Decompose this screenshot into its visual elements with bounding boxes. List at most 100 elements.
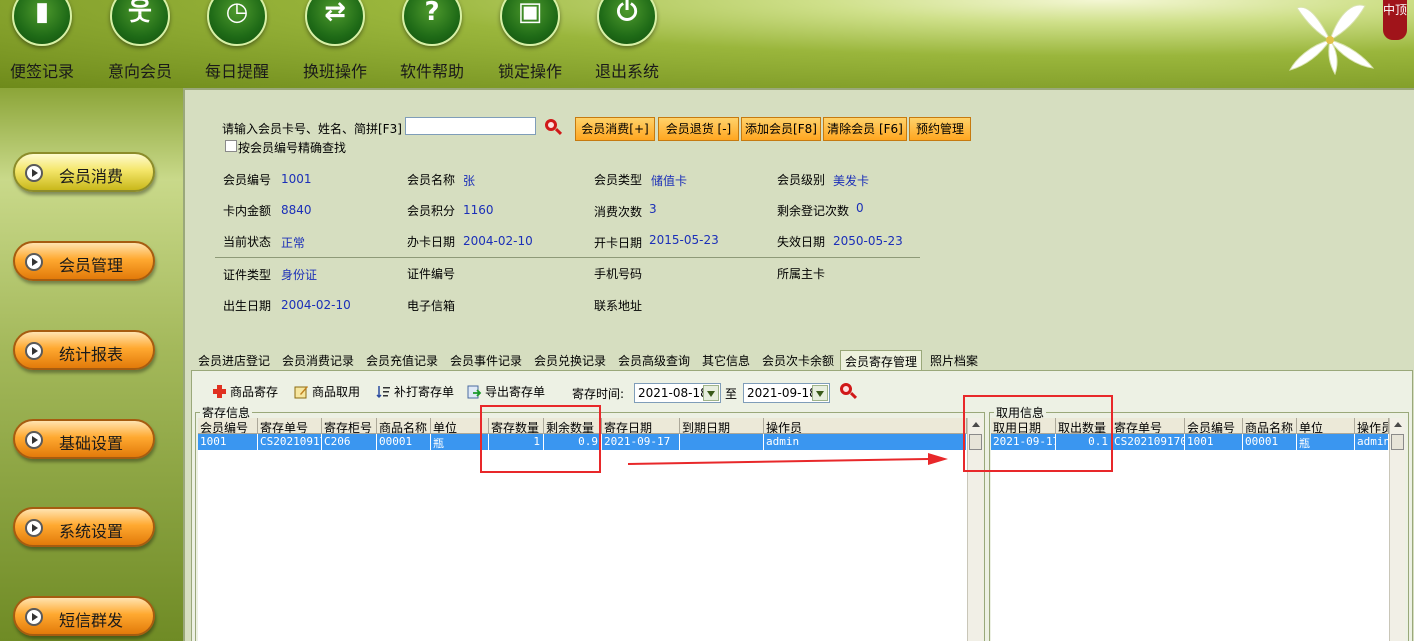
col-receipt-no[interactable]: 寄存单号 [258, 418, 322, 434]
play-icon [25, 519, 43, 537]
clear-member-button[interactable]: 清除会员 [F6] [823, 117, 907, 141]
toolbar-help-button[interactable]: ? 软件帮助 [392, 0, 472, 82]
col-member-id[interactable]: 会员编号 [198, 418, 258, 434]
toolbar-lock-button[interactable]: ▣ 锁定操作 [490, 0, 570, 82]
col-member-id[interactable]: 会员编号 [1185, 418, 1243, 434]
date-to-value: 2021-09-18 [747, 386, 817, 400]
expire-date-value: 2050-05-23 [833, 234, 903, 248]
retrieve-grid-scrollbar[interactable] [1389, 418, 1405, 641]
exact-search-label: 按会员编号精确查找 [238, 141, 347, 155]
tab-event-records[interactable]: 会员事件记录 [446, 350, 526, 370]
search-icon[interactable] [544, 118, 563, 136]
edit-note-icon [294, 386, 308, 399]
retrieve-goods-button[interactable]: 商品取用 [294, 383, 360, 400]
issue-date-label: 办卡日期 [407, 235, 456, 249]
col-expire-date[interactable]: 到期日期 [680, 418, 764, 434]
sidebar-item-sms[interactable]: 短信群发 [13, 596, 155, 636]
birth-date-label: 出生日期 [223, 299, 272, 313]
col-locker-no[interactable]: 寄存柜号 [322, 418, 377, 434]
main-panel: 请输入会员卡号、姓名、简拼[F3] 会员消费[+] 会员退货 [-] 添加会员[… [183, 88, 1414, 641]
sidebar-item-member-manage[interactable]: 会员管理 [13, 241, 155, 281]
toolbar-exit-button[interactable]: ⏻ 退出系统 [587, 0, 667, 82]
top-toolbar: ▮ 便签记录 웃 意向会员 ◷ 每日提醒 ⇄ 换班操作 ? 软件帮助 ▣ 锁定操… [0, 0, 1414, 88]
sidebar-item-consume[interactable]: 会员消费 [13, 152, 155, 192]
address-label: 联系地址 [594, 299, 643, 313]
power-icon: ⏻ [597, 0, 657, 46]
toolbar-reminder-button[interactable]: ◷ 每日提醒 [197, 0, 277, 82]
tab-checkin[interactable]: 会员进店登记 [194, 350, 274, 370]
toolbar-notes-button[interactable]: ▮ 便签记录 [2, 0, 82, 82]
col-unit[interactable]: 单位 [1297, 418, 1355, 434]
export-icon [467, 385, 482, 399]
sidebar-item-reports[interactable]: 统计报表 [13, 330, 155, 370]
play-icon [25, 608, 43, 626]
col-deposit-date[interactable]: 寄存日期 [602, 418, 680, 434]
member-type-value: 储值卡 [651, 174, 688, 188]
consume-button[interactable]: 会员消费[+] [575, 117, 655, 141]
tab-deposit-management[interactable]: 会员寄存管理 [840, 350, 923, 370]
issue-date-value: 2004-02-10 [463, 234, 533, 248]
member-id-label: 会员编号 [223, 173, 272, 187]
return-button[interactable]: 会员退货 [-] [658, 117, 739, 141]
toolbar-prospect-button[interactable]: 웃 意向会员 [100, 0, 180, 82]
remaining-visits-value: 0 [856, 201, 864, 215]
id-type-value: 身份证 [281, 268, 318, 282]
tab-photo-archive[interactable]: 照片档案 [926, 350, 982, 370]
tab-consume-records[interactable]: 会员消费记录 [278, 350, 358, 370]
col-goods-name[interactable]: 商品名称 [377, 418, 431, 434]
visits-label: 消费次数 [594, 205, 643, 219]
chevron-down-icon[interactable] [703, 385, 719, 401]
person-icon: 웃 [110, 0, 170, 46]
highlight-box-retrieve-qty [963, 395, 1113, 472]
date-to-picker[interactable]: 2021-09-18 [743, 383, 830, 403]
status-value: 正常 [281, 236, 306, 250]
points-value: 1160 [463, 203, 494, 217]
store-goods-button[interactable]: 商品寄存 [212, 383, 278, 400]
tab-exchange-records[interactable]: 会员兑换记录 [530, 350, 610, 370]
main-card-label: 所属主卡 [777, 267, 826, 281]
tab-other-info[interactable]: 其它信息 [698, 350, 754, 370]
reprint-receipt-button[interactable]: 补打寄存单 [376, 383, 454, 400]
birth-date-value: 2004-02-10 [281, 298, 351, 312]
remaining-visits-label: 剩余登记次数 [777, 204, 850, 218]
search-icon[interactable] [839, 382, 858, 400]
date-from-value: 2021-08-18 [638, 386, 708, 400]
exact-search-checkbox[interactable] [225, 140, 237, 152]
col-operator[interactable]: 操作员 [1355, 418, 1389, 434]
play-icon [25, 431, 43, 449]
member-level-label: 会员级别 [777, 173, 826, 187]
sidebar-item-basic-settings[interactable]: 基础设置 [13, 419, 155, 459]
scroll-thumb [1391, 434, 1404, 450]
tab-advanced-query[interactable]: 会员高级查询 [614, 350, 694, 370]
swap-arrows-icon: ⇄ [305, 0, 365, 46]
date-from-picker[interactable]: 2021-08-18 [634, 383, 721, 403]
deposit-tab-pane: 商品寄存 商品取用 补打寄存单 导出寄存单 寄存时间: 2021-08-18 至… [191, 370, 1413, 641]
add-member-button[interactable]: 添加会员[F8] [741, 117, 821, 141]
chevron-down-icon[interactable] [812, 385, 828, 401]
tab-card-balance[interactable]: 会员次卡余额 [758, 350, 838, 370]
info-divider [215, 257, 920, 258]
annotation-arrow [628, 453, 948, 465]
member-id-value: 1001 [281, 172, 312, 186]
booking-button[interactable]: 预约管理 [909, 117, 971, 141]
id-type-label: 证件类型 [223, 268, 272, 282]
member-name-value: 张 [463, 174, 476, 188]
scroll-up-icon [1394, 422, 1402, 427]
col-operator[interactable]: 操作员 [764, 418, 967, 434]
search-prompt: 请输入会员卡号、姓名、简拼[F3] [222, 122, 402, 136]
open-date-label: 开卡日期 [594, 236, 643, 250]
plus-icon [213, 385, 226, 398]
member-name-label: 会员名称 [407, 173, 456, 187]
tab-recharge-records[interactable]: 会员充值记录 [362, 350, 442, 370]
deposit-time-label: 寄存时间: [572, 387, 625, 401]
sidebar-item-system-settings[interactable]: 系统设置 [13, 507, 155, 547]
balance-value: 8840 [281, 203, 312, 217]
export-receipt-button[interactable]: 导出寄存单 [467, 383, 545, 400]
toolbar-shift-button[interactable]: ⇄ 换班操作 [295, 0, 375, 82]
col-goods-name[interactable]: 商品名称 [1243, 418, 1297, 434]
brand-seal-logo: 中顶 [1383, 0, 1407, 40]
member-type-label: 会员类型 [594, 173, 643, 187]
search-input[interactable] [405, 117, 536, 135]
col-receipt-no[interactable]: 寄存单号 [1112, 418, 1185, 434]
lily-flower-icon [1289, 4, 1375, 75]
